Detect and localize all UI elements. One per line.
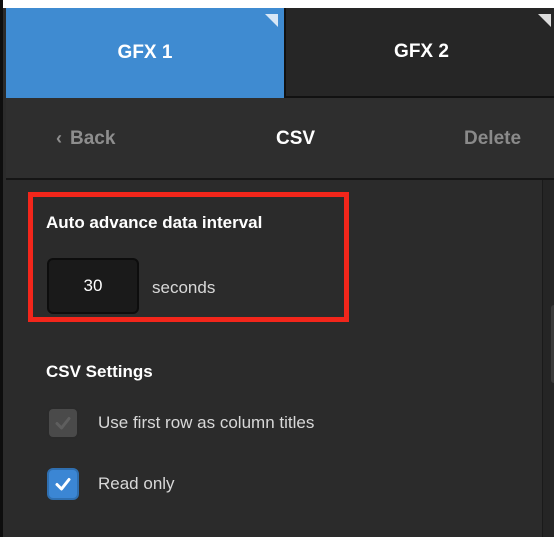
chevron-left-icon: ‹ (56, 128, 62, 148)
tab-gfx-1[interactable]: GFX 1 (6, 8, 284, 98)
back-button[interactable]: ‹ Back (56, 128, 115, 150)
csv-settings-label: CSV Settings (46, 362, 153, 381)
top-border (3, 0, 554, 8)
back-label: Back (70, 128, 116, 149)
page-title: CSV (276, 128, 316, 149)
corner-triangle-icon (538, 14, 551, 27)
tab-gfx-2[interactable]: GFX 2 (284, 8, 554, 98)
option-read-only[interactable]: Read only (47, 468, 175, 500)
gfx-tabs: GFX 1 GFX 2 (6, 8, 554, 98)
tab-gfx-2-label: GFX 2 (394, 41, 449, 62)
highlight-box (28, 192, 349, 322)
first-row-label: Use first row as column titles (98, 413, 315, 432)
read-only-checkbox[interactable] (47, 468, 79, 500)
read-only-label: Read only (98, 474, 175, 493)
option-first-row-titles[interactable]: Use first row as column titles (47, 407, 314, 439)
delete-button[interactable]: Delete (464, 128, 521, 150)
gfx-panel: GFX 1 GFX 2 ‹ Back CSV Delete Auto advanc… (0, 0, 554, 537)
checkmark-icon (55, 478, 71, 491)
first-row-checkbox[interactable] (47, 407, 79, 439)
tab-gfx-1-label: GFX 1 (117, 42, 173, 63)
corner-triangle-icon (265, 14, 278, 27)
header-bar: ‹ Back CSV Delete (6, 98, 554, 180)
checkmark-icon (55, 417, 71, 430)
